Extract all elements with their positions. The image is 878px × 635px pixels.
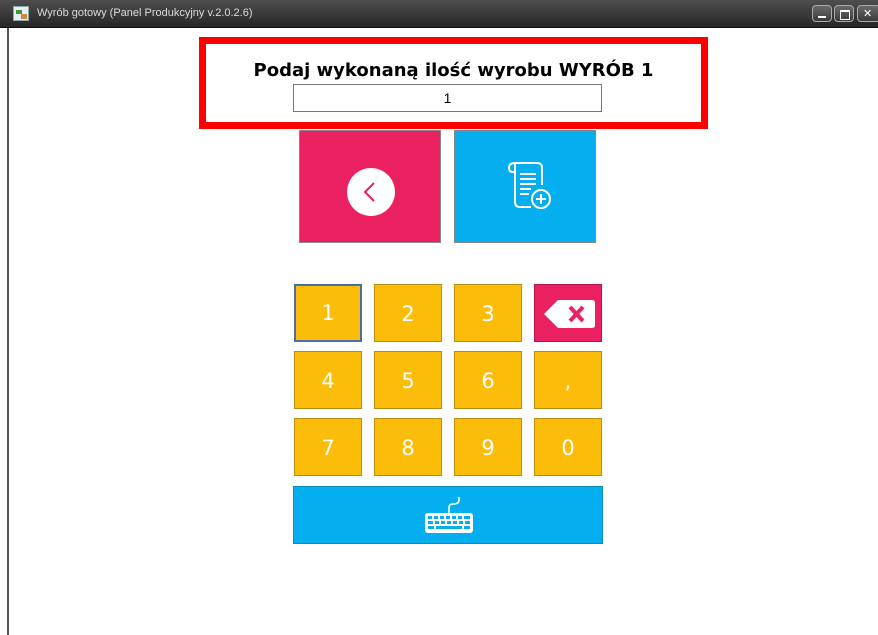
- key-8[interactable]: 8: [374, 418, 442, 476]
- key-2[interactable]: 2: [374, 284, 442, 342]
- chevron-left-icon: [347, 168, 395, 216]
- key-4[interactable]: 4: [294, 351, 362, 409]
- maximize-icon: [840, 10, 850, 20]
- document-add-icon: [507, 162, 551, 209]
- key-9[interactable]: 9: [454, 418, 522, 476]
- quantity-prompt-box: Podaj wykonaną ilość wyrobu WYRÓB 1: [199, 37, 708, 129]
- close-icon: ✕: [863, 7, 873, 20]
- minimize-icon: [818, 16, 826, 18]
- key-1[interactable]: 1: [294, 284, 362, 342]
- key-7[interactable]: 7: [294, 418, 362, 476]
- window-title-bar: Wyrób gotowy (Panel Produkcyjny v.2.0.2.…: [0, 0, 878, 28]
- minimize-button[interactable]: [812, 5, 832, 22]
- key-comma[interactable]: ,: [534, 351, 602, 409]
- keyboard-icon: [425, 497, 473, 533]
- quantity-input[interactable]: [293, 84, 602, 112]
- close-button[interactable]: ✕: [857, 5, 878, 22]
- add-document-button[interactable]: [454, 130, 596, 243]
- back-button[interactable]: [299, 130, 441, 243]
- keyboard-button[interactable]: [293, 486, 603, 544]
- key-0[interactable]: 0: [534, 418, 602, 476]
- quantity-prompt-label: Podaj wykonaną ilość wyrobu WYRÓB 1: [253, 60, 654, 81]
- key-6[interactable]: 6: [454, 351, 522, 409]
- key-3[interactable]: 3: [454, 284, 522, 342]
- window-title: Wyrób gotowy (Panel Produkcyjny v.2.0.2.…: [37, 7, 253, 19]
- backspace-button[interactable]: [534, 284, 602, 342]
- app-icon: [13, 6, 29, 21]
- backspace-icon: [544, 300, 595, 328]
- maximize-button[interactable]: [834, 5, 854, 22]
- window-left-edge: [0, 28, 9, 635]
- key-5[interactable]: 5: [374, 351, 442, 409]
